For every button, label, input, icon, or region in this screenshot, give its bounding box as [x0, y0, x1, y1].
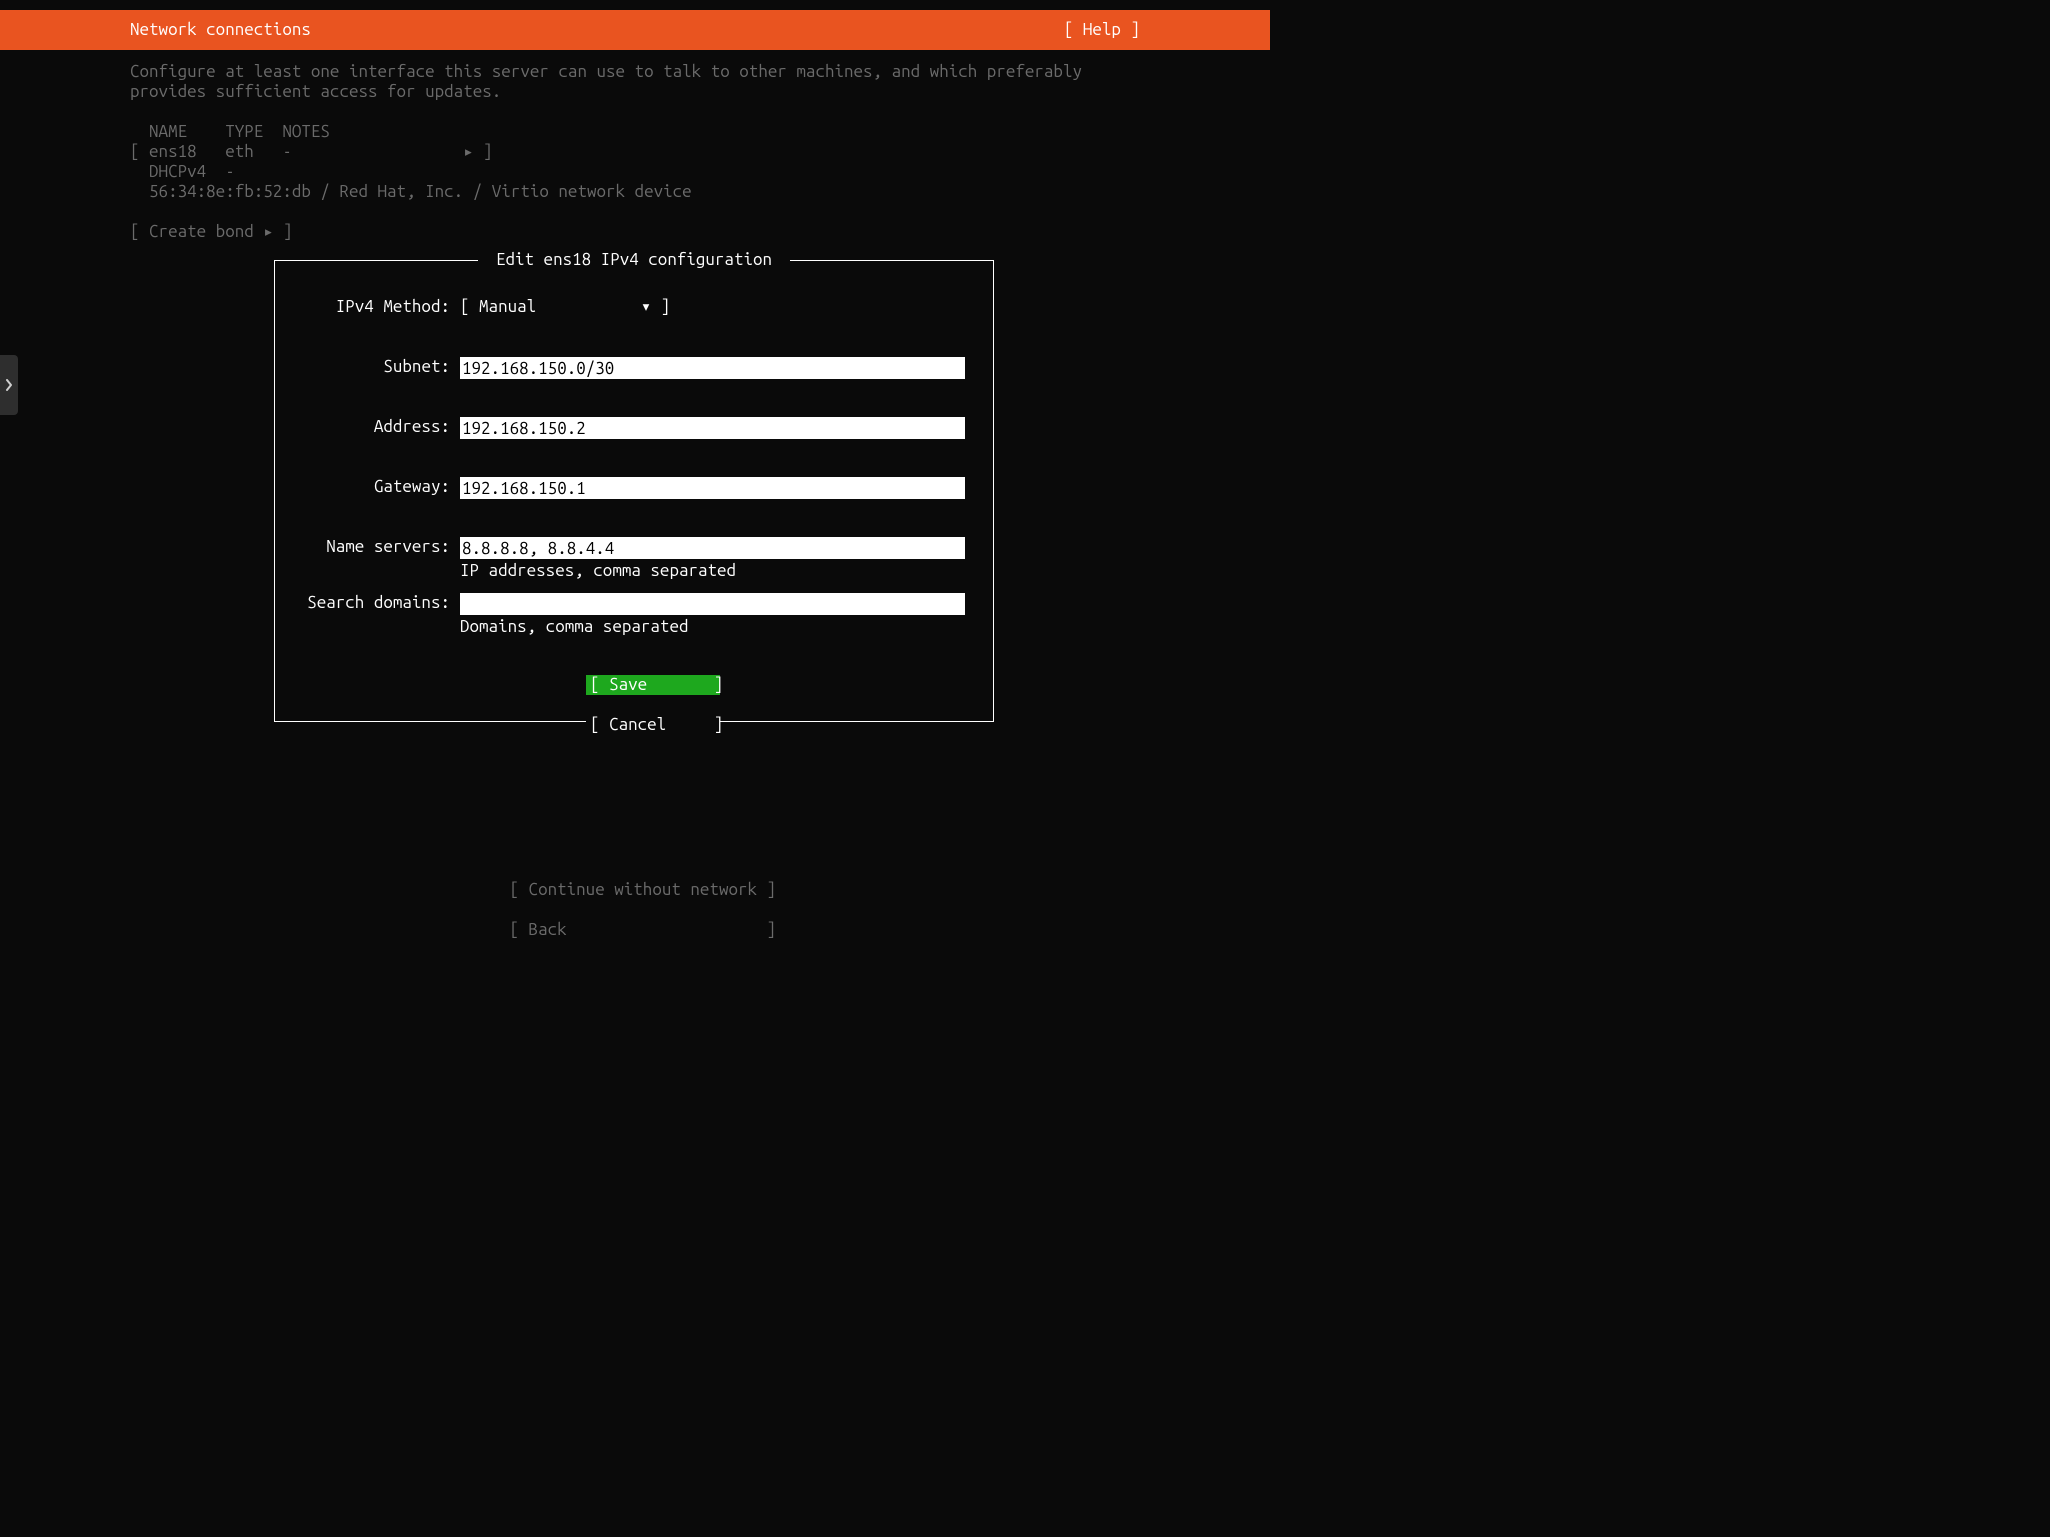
- chevron-right-icon: [5, 379, 13, 391]
- interface-mac-info: 56:34:8e:fb:52:db / Red Hat, Inc. / Virt…: [130, 182, 692, 201]
- search-domains-input[interactable]: [460, 593, 965, 615]
- back-button[interactable]: [ Back ]: [510, 920, 780, 940]
- interface-list: NAME TYPE NOTES [ ens18 eth - ▸ ] DHCPv4…: [130, 122, 692, 202]
- help-button[interactable]: [ Help ]: [1064, 20, 1140, 40]
- footer-buttons: [ Continue without network ] [ Back ]: [0, 860, 1270, 940]
- interface-headers: NAME TYPE NOTES: [130, 122, 330, 141]
- title-bar: Network connections [ Help ]: [0, 10, 1270, 50]
- address-label: Address:: [295, 417, 460, 437]
- dialog-title: Edit ens18 IPv4 configuration: [478, 250, 789, 270]
- side-drawer-handle[interactable]: [0, 355, 18, 415]
- dns-label: Name servers:: [295, 537, 460, 557]
- nameservers-hint: IP addresses, comma separated: [460, 561, 973, 581]
- subnet-row: Subnet:: [295, 357, 973, 379]
- page-title: Network connections: [130, 20, 311, 40]
- gateway-label: Gateway:: [295, 477, 460, 497]
- method-row: IPv4 Method: [ Manual ▾ ]: [295, 297, 973, 317]
- subnet-input[interactable]: [460, 357, 965, 379]
- method-label: IPv4 Method:: [295, 297, 460, 317]
- search-row: Search domains: Domains, comma separated: [295, 593, 973, 637]
- dns-row: Name servers: IP addresses, comma separa…: [295, 537, 973, 581]
- continue-without-network-button[interactable]: [ Continue without network ]: [510, 880, 780, 900]
- save-button[interactable]: [ Save ]: [586, 675, 720, 695]
- cancel-button[interactable]: [ Cancel ]: [586, 715, 720, 735]
- interface-row-ens18[interactable]: [ ens18 eth - ▸ ]: [130, 142, 492, 161]
- gateway-input[interactable]: [460, 477, 965, 499]
- dialog-buttons: [ Save ] [ Cancel ]: [275, 655, 993, 755]
- address-input[interactable]: [460, 417, 965, 439]
- create-bond-button[interactable]: [ Create bond ▸ ]: [130, 222, 293, 242]
- search-domains-hint: Domains, comma separated: [460, 617, 973, 637]
- subnet-label: Subnet:: [295, 357, 460, 377]
- ipv4-method-select[interactable]: [ Manual ▾ ]: [460, 297, 670, 317]
- interface-dhcp-status: DHCPv4 -: [130, 162, 235, 181]
- gateway-row: Gateway:: [295, 477, 973, 499]
- search-label: Search domains:: [295, 593, 460, 613]
- nameservers-input[interactable]: [460, 537, 965, 559]
- edit-ipv4-dialog: Edit ens18 IPv4 configuration IPv4 Metho…: [274, 260, 994, 722]
- intro-text: Configure at least one interface this se…: [130, 62, 1150, 102]
- address-row: Address:: [295, 417, 973, 439]
